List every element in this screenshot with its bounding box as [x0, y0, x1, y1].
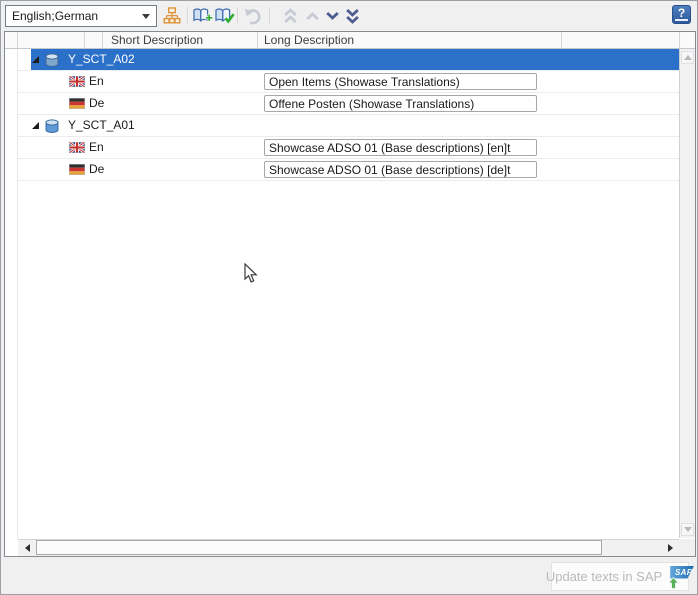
- undo-button[interactable]: [242, 5, 264, 27]
- validate-texts-button[interactable]: [213, 5, 235, 27]
- chevron-down-icon: [325, 10, 340, 22]
- translation-grid: Short Description Long Description Y_SCT…: [4, 31, 696, 557]
- toolbar-separator: [269, 7, 270, 24]
- move-down-button[interactable]: [321, 5, 343, 27]
- update-texts-button[interactable]: Update texts in SAP SAP: [551, 562, 689, 591]
- scroll-down-button[interactable]: [681, 523, 694, 536]
- tree-row-language[interactable]: De: [18, 159, 679, 181]
- hierarchy-view-button[interactable]: [161, 5, 183, 27]
- help-label: ?: [678, 6, 685, 20]
- move-first-button[interactable]: [279, 5, 301, 27]
- sap-upload-icon: SAP: [668, 565, 694, 589]
- undo-icon: [243, 7, 263, 25]
- grid-header: Short Description Long Description: [5, 32, 695, 49]
- language-pair-value: English;German: [12, 9, 142, 23]
- uk-flag-icon: [69, 142, 85, 153]
- uk-flag-icon: [69, 76, 85, 87]
- adso-cylinder-icon: [44, 53, 60, 68]
- scrollbar-corner: [679, 539, 695, 556]
- tree-row-object[interactable]: Y_SCT_A02: [18, 49, 679, 71]
- horizontal-scrollbar-thumb[interactable]: [36, 540, 602, 555]
- app-window: English;German: [0, 0, 698, 595]
- add-dictionary-button[interactable]: [191, 5, 213, 27]
- triangle-up-icon: [684, 55, 692, 60]
- chevron-down-icon: [142, 14, 150, 19]
- scroll-left-button[interactable]: [20, 540, 35, 555]
- org-chart-icon: [163, 7, 181, 25]
- column-header-short-description[interactable]: Short Description: [111, 33, 203, 47]
- german-flag-icon: [69, 98, 85, 109]
- book-pages-decoration: [675, 19, 688, 21]
- long-description-input[interactable]: [264, 161, 537, 178]
- upload-arrow-icon: [668, 577, 679, 589]
- language-code: De: [89, 96, 104, 110]
- language-pair-dropdown[interactable]: English;German: [5, 5, 157, 27]
- scroll-right-button[interactable]: [663, 540, 678, 555]
- language-code: De: [89, 162, 104, 176]
- toolbar-separator: [187, 7, 188, 24]
- help-button[interactable]: ?: [672, 5, 691, 24]
- book-check-icon: [214, 7, 235, 25]
- tree-row-language[interactable]: En: [18, 71, 679, 93]
- triangle-right-icon: [668, 544, 673, 552]
- double-chevron-up-icon: [283, 8, 298, 24]
- vertical-scrollbar[interactable]: [679, 49, 695, 538]
- tree-expanded-icon[interactable]: [31, 121, 40, 130]
- object-name: Y_SCT_A01: [68, 118, 135, 132]
- tree-expanded-icon[interactable]: [31, 55, 40, 64]
- long-description-input[interactable]: [264, 95, 537, 112]
- triangle-left-icon: [25, 544, 30, 552]
- german-flag-icon: [69, 164, 85, 175]
- chevron-up-icon: [305, 10, 320, 22]
- tree-row-language[interactable]: En: [18, 137, 679, 159]
- long-description-input[interactable]: [264, 139, 537, 156]
- tree-row-language[interactable]: De: [18, 93, 679, 115]
- scroll-up-button[interactable]: [681, 51, 694, 64]
- toolbar-separator: [237, 7, 238, 24]
- language-code: En: [89, 74, 104, 88]
- object-name: Y_SCT_A02: [68, 52, 135, 66]
- double-chevron-down-icon: [345, 8, 360, 24]
- tree-row-object[interactable]: Y_SCT_A01: [18, 115, 679, 137]
- long-description-input[interactable]: [264, 73, 537, 90]
- adso-cylinder-icon: [44, 119, 60, 134]
- update-texts-label: Update texts in SAP: [546, 569, 662, 584]
- move-last-button[interactable]: [341, 5, 363, 27]
- language-code: En: [89, 140, 104, 154]
- book-add-icon: [192, 7, 213, 25]
- column-header-long-description[interactable]: Long Description: [264, 33, 354, 47]
- triangle-down-icon: [684, 527, 692, 532]
- move-up-button[interactable]: [301, 5, 323, 27]
